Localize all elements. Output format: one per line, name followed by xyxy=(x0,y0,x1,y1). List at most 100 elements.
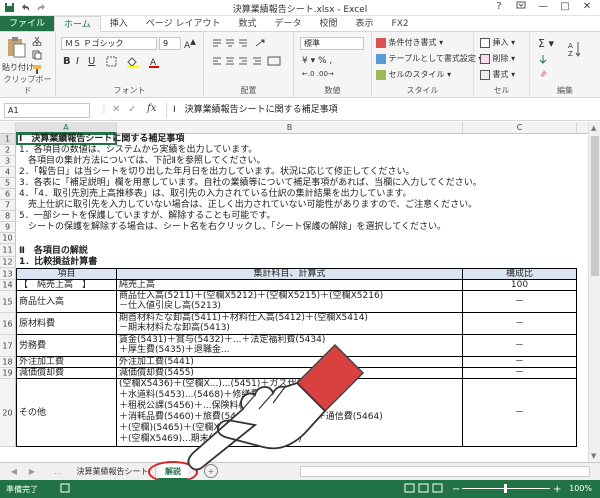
tab-home[interactable]: ホーム xyxy=(54,16,101,33)
item-cell[interactable]: 【 純売上高 】 xyxy=(16,280,117,291)
formula-input[interactable]: Ⅰ 決算業績報告シートに関する補足事項 xyxy=(166,103,596,118)
tab-insert[interactable]: 挿入 xyxy=(101,16,137,31)
minimize-button[interactable]: — xyxy=(532,0,554,15)
cut-icon[interactable] xyxy=(32,36,42,48)
cell-styles-button[interactable]: セルのスタイル ▾ xyxy=(376,69,451,80)
row-header[interactable]: 10 xyxy=(0,233,16,244)
ratio-cell[interactable]: － xyxy=(463,313,577,335)
zoom-slider[interactable]: − + xyxy=(452,483,562,496)
window-controls: ? — □ ✕ xyxy=(488,0,598,15)
row-header[interactable]: 9 xyxy=(0,222,16,233)
item-cell[interactable]: 原材料費 xyxy=(16,313,117,335)
tab-page-layout[interactable]: ページ レイアウト xyxy=(137,16,230,31)
sheet-row: 2 1．各項目の数値は、システムから実績を出力しています。 xyxy=(0,145,588,156)
clipboard-group-label: クリップボード xyxy=(3,75,52,95)
italic-button[interactable]: I xyxy=(76,56,79,67)
paste-button[interactable]: 貼り付け xyxy=(2,62,34,73)
help-button[interactable]: ? xyxy=(488,0,510,15)
insert-function-button[interactable]: fx xyxy=(147,103,156,114)
row-header[interactable]: 18 xyxy=(0,357,16,368)
align-left-icon[interactable] xyxy=(212,56,282,68)
item-cell[interactable]: 商品仕入高 xyxy=(16,291,117,313)
decimal-icon[interactable]: ←.0 .00→ xyxy=(302,70,334,78)
delete-cells-button[interactable]: 削除 ▾ xyxy=(480,53,515,64)
next-sheet-icon[interactable]: ▶ xyxy=(26,463,38,480)
format-cells-button[interactable]: 書式 ▾ xyxy=(480,69,515,80)
align-top-icon[interactable] xyxy=(212,38,272,50)
row-header[interactable]: 12 xyxy=(0,257,16,268)
select-all-corner[interactable] xyxy=(0,122,16,134)
row-header[interactable]: 20 xyxy=(0,379,16,447)
name-box[interactable]: A1 xyxy=(4,103,90,118)
more-sheets-icon[interactable]: … xyxy=(48,463,68,480)
row-header[interactable]: 4 xyxy=(0,167,16,178)
vertical-scrollbar[interactable]: ▲ ▼ xyxy=(588,122,600,462)
fill-color-icon[interactable] xyxy=(126,56,140,70)
row-header[interactable]: 15 xyxy=(0,291,16,313)
bold-button[interactable]: B xyxy=(63,56,71,67)
tab-data[interactable]: データ xyxy=(265,16,310,31)
confirm-entry-icon[interactable]: ✓ xyxy=(128,104,136,115)
formula-cell[interactable]: 商品仕入高(5211)＋(空欄X5212)＋(空欄X5215)＋(空欄X5216… xyxy=(117,291,463,313)
tab-file[interactable]: ファイル xyxy=(0,16,55,31)
prev-sheet-icon[interactable]: ◀ xyxy=(8,463,20,480)
row-header[interactable]: 5 xyxy=(0,178,16,189)
ratio-cell[interactable]: － xyxy=(463,335,577,357)
row-header[interactable]: 2 xyxy=(0,145,16,156)
autosum-icon[interactable]: Σ ▾ xyxy=(538,37,554,50)
maximize-button[interactable]: □ xyxy=(554,0,576,15)
row-header[interactable]: 11 xyxy=(0,244,16,257)
row-header[interactable]: 1 xyxy=(0,134,16,145)
ratio-cell[interactable]: － xyxy=(463,368,577,379)
tab-review[interactable]: 校閲 xyxy=(310,16,346,31)
item-cell[interactable]: その他 xyxy=(16,379,117,447)
tab-formulas[interactable]: 数式 xyxy=(229,16,265,31)
formula-cell[interactable]: 純売上高 xyxy=(117,280,463,291)
font-size-select[interactable]: 9 xyxy=(159,37,181,50)
row-header[interactable]: 7 xyxy=(0,200,16,211)
sheet-tab-report[interactable]: 決算業績報告シート xyxy=(70,463,156,480)
ribbon-display-icon[interactable] xyxy=(510,0,532,15)
column-header-b[interactable]: B xyxy=(117,122,463,134)
font-color-icon[interactable]: A xyxy=(148,56,160,70)
item-cell[interactable]: 労務費 xyxy=(16,335,117,357)
fill-icon[interactable] xyxy=(538,54,548,66)
row-header[interactable]: 16 xyxy=(0,313,16,335)
row-header[interactable]: 14 xyxy=(0,280,16,291)
column-header-c[interactable]: C xyxy=(463,122,577,134)
row-header[interactable]: 17 xyxy=(0,335,16,357)
ratio-cell[interactable]: － xyxy=(463,357,577,368)
row-header[interactable]: 19 xyxy=(0,368,16,379)
insert-cells-button[interactable]: 挿入 ▾ xyxy=(480,37,515,48)
border-icon[interactable] xyxy=(106,56,117,69)
scroll-up-icon[interactable]: ▲ xyxy=(591,124,596,132)
tab-fx2[interactable]: FX2 xyxy=(383,16,418,31)
conditional-format-button[interactable]: 条件付き書式 ▾ xyxy=(376,37,443,48)
item-cell[interactable]: 外注加工費 xyxy=(16,357,117,368)
underline-button[interactable]: U xyxy=(88,56,95,67)
sort-filter-icon[interactable]: AZ xyxy=(568,40,582,62)
clear-icon[interactable] xyxy=(538,68,548,80)
row-header[interactable]: 13 xyxy=(0,268,16,280)
row-header[interactable]: 6 xyxy=(0,189,16,200)
ratio-cell[interactable]: 100 xyxy=(463,280,577,291)
font-name-select[interactable]: ＭＳ Ｐゴシック xyxy=(61,37,157,50)
normal-view-icon[interactable] xyxy=(404,483,444,496)
copy-icon[interactable] xyxy=(32,50,42,62)
number-format-select[interactable]: 標準 xyxy=(300,37,364,50)
cancel-entry-icon[interactable]: ✕ xyxy=(112,104,120,115)
ratio-cell[interactable]: － xyxy=(463,379,577,447)
macro-record-icon[interactable] xyxy=(60,483,70,495)
grow-font-icon[interactable]: A▲ xyxy=(184,37,196,51)
ratio-cell[interactable]: － xyxy=(463,291,577,313)
close-button[interactable]: ✕ xyxy=(576,0,598,15)
scrollbar-thumb[interactable] xyxy=(591,136,599,276)
currency-icon[interactable]: ¥ ▾ % , xyxy=(302,56,332,66)
tab-view[interactable]: 表示 xyxy=(347,16,383,31)
row-header[interactable]: 3 xyxy=(0,156,16,167)
scroll-down-icon[interactable]: ▼ xyxy=(591,452,596,460)
format-as-table-button[interactable]: テーブルとして書式設定 ▾ xyxy=(376,53,482,64)
item-cell[interactable]: 減価償却費 xyxy=(16,368,117,379)
row-header[interactable]: 8 xyxy=(0,211,16,222)
paste-icon[interactable] xyxy=(6,36,26,60)
